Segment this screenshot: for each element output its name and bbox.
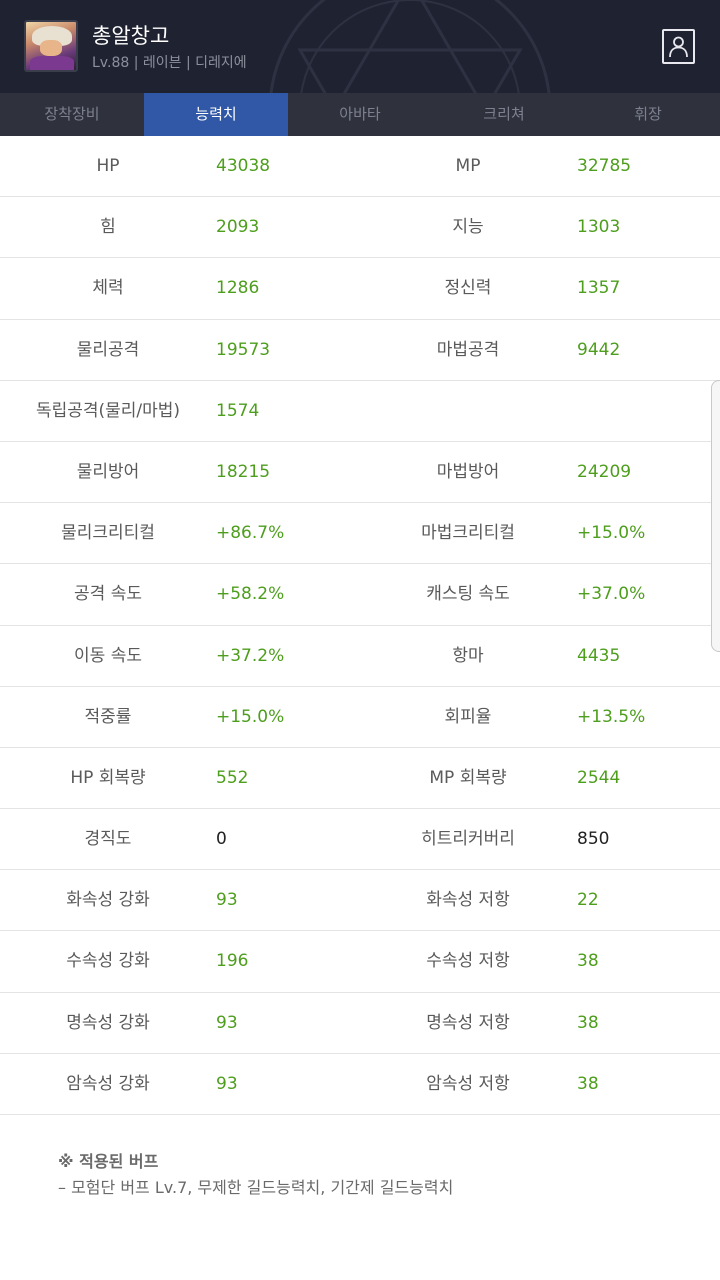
side-scroll-handle[interactable] (711, 380, 720, 652)
stat-row: 명속성 강화 93 명속성 저항 38 (0, 993, 720, 1054)
stat-label: 지능 (452, 217, 484, 238)
stat-label: 화속성 강화 (66, 890, 150, 911)
stats-table: HP 43038 MP 32785 힘 2093 지능 1303 체력 1286 정신력 1357 물리… (0, 136, 720, 1115)
stat-value: +13.5% (577, 706, 646, 727)
stat-row: 힘 2093 지능 1303 (0, 197, 720, 259)
stat-value: 43038 (216, 156, 271, 176)
stat-value: 4435 (577, 645, 621, 666)
stat-value: 0 (216, 829, 227, 850)
user-icon (669, 36, 688, 58)
stat-value: 38 (577, 1073, 599, 1094)
stat-label: 회피율 (444, 706, 492, 727)
stat-value: 196 (216, 951, 249, 972)
stat-label: 적중률 (84, 706, 132, 727)
stat-value: +15.0% (216, 706, 285, 727)
applied-buff-title: ※ 적용된 버프 (58, 1152, 159, 1171)
stat-value: +37.2% (216, 645, 285, 666)
stat-row: 이동 속도 +37.2% 항마 4435 (0, 626, 720, 687)
stat-row: 물리크리티컬 +86.7% 마법크리티컬 +15.0% (0, 503, 720, 565)
stat-label: HP 회복량 (70, 767, 146, 788)
stat-row: 적중률 +15.0% 회피율 +13.5% (0, 687, 720, 748)
stat-label: 명속성 강화 (66, 1012, 150, 1033)
stat-value: 38 (577, 1012, 599, 1033)
stat-label: 물리방어 (76, 461, 140, 482)
stat-value: +86.7% (216, 523, 285, 544)
stat-value: 1357 (577, 278, 621, 299)
stat-value: 2093 (216, 217, 260, 238)
stat-label: 정신력 (444, 278, 492, 299)
stat-value: +58.2% (216, 584, 285, 605)
stat-value: 18215 (216, 461, 271, 482)
stat-label: 이동 속도 (74, 645, 142, 666)
stat-value: +37.0% (577, 584, 646, 605)
stat-row: 화속성 강화 93 화속성 저항 22 (0, 870, 720, 932)
stat-label: MP 회복량 (429, 767, 507, 788)
tab-equipment[interactable]: 장착장비 (0, 93, 144, 136)
stat-label: 명속성 저항 (426, 1012, 510, 1033)
stat-value: 552 (216, 767, 249, 788)
stat-label: 독립공격(물리/마법) (35, 400, 181, 421)
stat-label: 경직도 (84, 829, 132, 850)
stat-label: 수속성 저항 (426, 951, 510, 972)
tab-emblem[interactable]: 휘장 (576, 93, 720, 136)
header-emblem-decoration (269, 0, 551, 93)
stat-value: 1286 (216, 278, 260, 299)
stat-row: 경직도 0 히트리커버리 850 (0, 809, 720, 871)
character-name: 총알창고 (92, 24, 170, 48)
tab-stats[interactable]: 능력치 (144, 93, 288, 136)
stat-value: 93 (216, 1073, 238, 1094)
tab-avatar[interactable]: 아바타 (288, 93, 432, 136)
stat-value: 850 (577, 829, 610, 850)
stat-value: 22 (577, 890, 599, 911)
stat-value: 38 (577, 951, 599, 972)
stat-row: HP 43038 MP 32785 (0, 136, 720, 198)
stat-row: 수속성 강화 196 수속성 저항 38 (0, 931, 720, 993)
stat-label: MP (455, 156, 481, 176)
stat-value: 32785 (577, 156, 632, 176)
stat-label: 물리공격 (76, 339, 140, 360)
stat-row: 공격 속도 +58.2% 캐스팅 속도 +37.0% (0, 564, 720, 626)
tab-bar: 장착장비 능력치 아바타 크리쳐 휘장 (0, 93, 720, 136)
stat-value: 1574 (216, 400, 260, 421)
stat-label: 공격 속도 (74, 584, 142, 605)
stat-value: +15.0% (577, 523, 646, 544)
stat-label (360, 381, 576, 442)
stat-label: 캐스팅 속도 (426, 584, 510, 605)
stat-value: 19573 (216, 339, 271, 360)
tab-creature[interactable]: 크리쳐 (432, 93, 576, 136)
character-header: 총알창고 Lv.88 | 레이븐 | 디레지에 (0, 0, 720, 93)
stat-row: 체력 1286 정신력 1357 (0, 258, 720, 320)
profile-button[interactable] (662, 29, 695, 64)
applied-buff-list: – 모험단 버프 Lv.7, 무제한 길드능력치, 기간제 길드능력치 (58, 1178, 454, 1197)
stat-value: 1303 (577, 217, 621, 238)
stat-label: 히트리커버리 (421, 829, 515, 850)
stat-label: 수속성 강화 (66, 951, 150, 972)
stat-label: 마법방어 (436, 461, 500, 482)
stat-row: 물리방어 18215 마법방어 24209 (0, 442, 720, 504)
stat-row: 물리공격 19573 마법공격 9442 (0, 320, 720, 381)
stat-label: 마법크리티컬 (421, 523, 515, 544)
stat-label: 체력 (92, 278, 124, 299)
stat-label: 항마 (452, 645, 484, 666)
stat-label: 암속성 저항 (426, 1073, 510, 1094)
stat-value (577, 381, 717, 442)
stat-value: 2544 (577, 767, 621, 788)
stat-value: 93 (216, 1012, 238, 1033)
stat-label: 힘 (100, 217, 116, 238)
stat-value: 93 (216, 890, 238, 911)
stat-row: 암속성 강화 93 암속성 저항 38 (0, 1054, 720, 1115)
stat-row: 독립공격(물리/마법) 1574 (0, 381, 720, 442)
stat-row: HP 회복량 552 MP 회복량 2544 (0, 748, 720, 810)
character-info: Lv.88 | 레이븐 | 디레지에 (92, 55, 247, 71)
stat-label: HP (96, 156, 120, 176)
stat-label: 물리크리티컬 (61, 523, 155, 544)
stat-value: 9442 (577, 339, 621, 360)
stat-label: 마법공격 (436, 339, 500, 360)
stat-label: 화속성 저항 (426, 890, 510, 911)
character-avatar (24, 20, 78, 72)
stat-value: 24209 (577, 461, 632, 482)
stat-label: 암속성 강화 (66, 1073, 150, 1094)
